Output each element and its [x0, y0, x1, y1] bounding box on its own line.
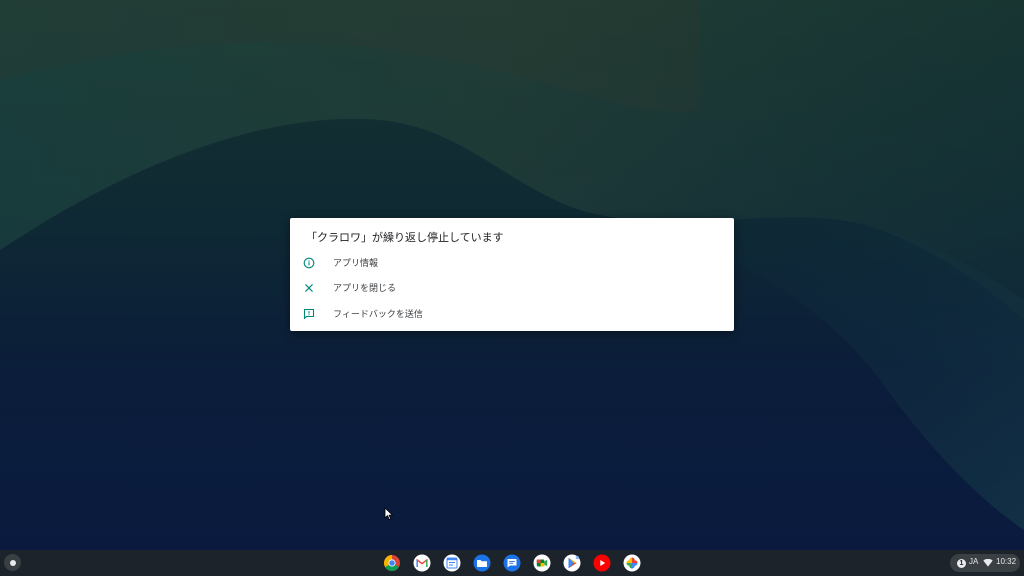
- dialog-title: 「クラロワ」が繰り返し停止しています: [306, 231, 504, 244]
- app-info-option[interactable]: アプリ情報: [290, 251, 734, 275]
- close-icon: [305, 284, 313, 292]
- close-app-label: アプリを閉じる: [333, 284, 397, 294]
- calendar-icon[interactable]: [443, 554, 461, 572]
- messages-icon[interactable]: [503, 554, 521, 572]
- app-crash-dialog: 「クラロワ」が繰り返し停止しています アプリ情報 アプリを閉じる フィードバック…: [290, 218, 734, 331]
- launcher-button[interactable]: [4, 554, 21, 571]
- close-app-option[interactable]: アプリを閉じる: [290, 276, 734, 300]
- mouse-cursor-icon: [384, 507, 393, 520]
- info-icon: [303, 257, 315, 269]
- feedback-icon: [303, 308, 315, 320]
- chrome-icon[interactable]: [383, 554, 401, 572]
- notification-badge: 1: [957, 558, 966, 568]
- gmail-icon[interactable]: [413, 554, 431, 572]
- clock: 10:32: [996, 557, 1017, 566]
- send-feedback-label: フィードバックを送信: [333, 310, 423, 320]
- desktop: 「クラロワ」が繰り返し停止しています アプリ情報 アプリを閉じる フィードバック…: [0, 0, 1024, 576]
- shelf: 1 JA 10:32: [0, 550, 1024, 576]
- photos-icon[interactable]: [623, 554, 641, 572]
- app-info-label: アプリ情報: [333, 259, 379, 269]
- status-area[interactable]: 1 JA 10:32: [950, 554, 1020, 572]
- files-icon[interactable]: [473, 554, 491, 572]
- meet-icon[interactable]: [533, 554, 551, 572]
- launcher-icon: [9, 559, 16, 566]
- play-store-icon[interactable]: [563, 554, 581, 572]
- send-feedback-option[interactable]: フィードバックを送信: [290, 302, 734, 326]
- youtube-icon[interactable]: [593, 554, 611, 572]
- wifi-icon: [983, 559, 993, 567]
- ime-indicator: JA: [969, 557, 979, 566]
